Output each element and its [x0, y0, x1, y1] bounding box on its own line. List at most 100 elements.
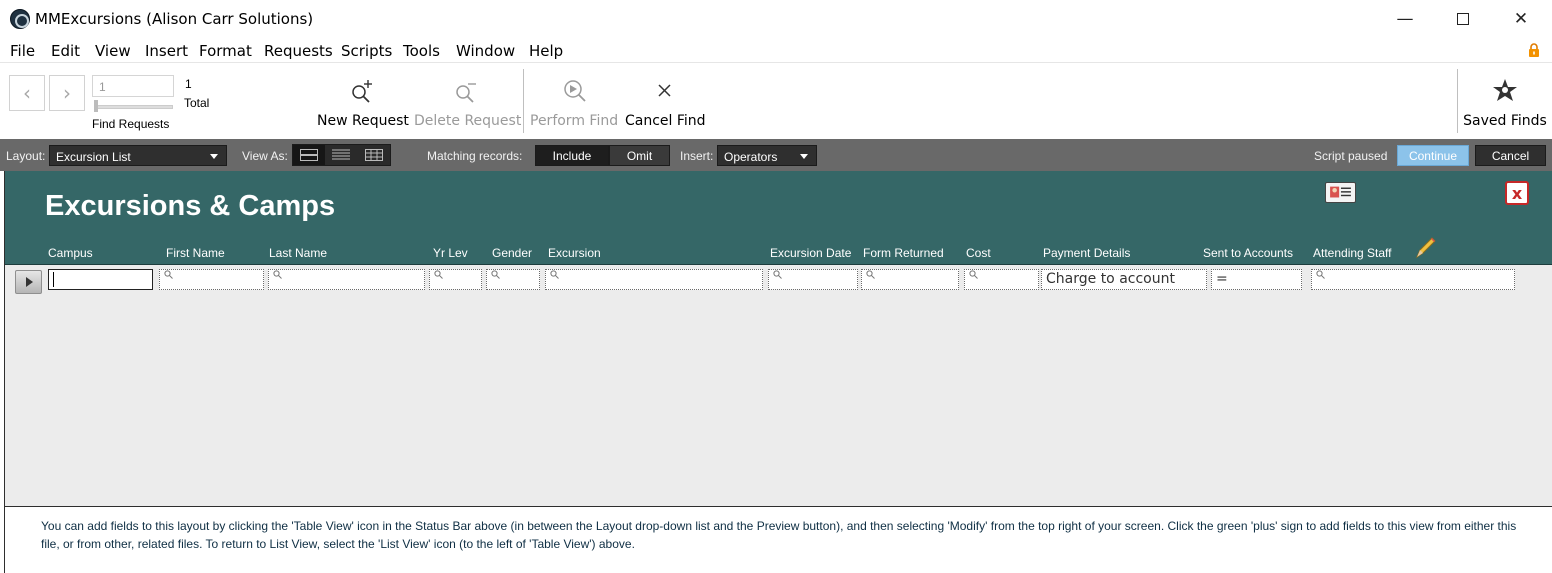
- close-icon: [658, 84, 671, 97]
- layout-content: Excursions & Camps x Campus First Name L…: [4, 171, 1552, 573]
- find-field-first-name[interactable]: [159, 269, 264, 290]
- menu-format[interactable]: Format: [199, 42, 252, 60]
- chevron-down-icon: [800, 154, 808, 159]
- menu-edit[interactable]: Edit: [51, 42, 80, 60]
- find-requests-label: Find Requests: [92, 117, 170, 131]
- search-icon: [434, 270, 443, 279]
- find-field-excursion[interactable]: [545, 269, 763, 290]
- record-slider-handle[interactable]: [94, 100, 98, 112]
- menu-insert[interactable]: Insert: [145, 42, 188, 60]
- star-search-icon: [1493, 79, 1517, 101]
- status-bar: Layout: Excursion List View As: Matching…: [0, 139, 1552, 171]
- window-title: MMExcursions (Alison Carr Solutions): [35, 10, 314, 28]
- close-layout-button[interactable]: x: [1505, 181, 1529, 205]
- new-request-button[interactable]: New Request: [317, 77, 409, 135]
- find-field-campus[interactable]: [48, 269, 153, 290]
- search-icon: [1316, 270, 1325, 279]
- insert-label: Insert:: [680, 149, 714, 163]
- magnifier-minus-icon: [456, 83, 476, 103]
- find-field-yr-lev[interactable]: [429, 269, 482, 290]
- menu-scripts[interactable]: Scripts: [341, 42, 392, 60]
- perform-find-button[interactable]: Perform Find: [530, 77, 618, 135]
- column-header-excursion: Excursion: [548, 246, 601, 260]
- table-view-icon: [364, 149, 383, 161]
- view-as-list-button[interactable]: [325, 145, 357, 165]
- column-header-excursion-date: Excursion Date: [770, 246, 852, 260]
- perform-find-label: Perform Find: [530, 113, 619, 129]
- menu-tools[interactable]: Tools: [403, 42, 440, 60]
- contact-card-icon[interactable]: [1325, 182, 1356, 203]
- search-icon: [866, 270, 875, 279]
- search-icon: [491, 270, 500, 279]
- close-icon: x: [1511, 183, 1523, 203]
- column-header-sent-to-accounts: Sent to Accounts: [1203, 246, 1294, 260]
- column-header-attending-staff: Attending Staff: [1313, 246, 1392, 260]
- include-button[interactable]: Include: [535, 145, 609, 166]
- insert-operators-dropdown[interactable]: Operators: [717, 145, 817, 166]
- menu-file[interactable]: File: [10, 42, 35, 60]
- view-as-label: View As:: [242, 149, 288, 163]
- column-header-yr-lev: Yr Lev: [433, 246, 468, 260]
- previous-record-button[interactable]: ‹: [9, 75, 45, 111]
- form-view-icon: [300, 149, 319, 161]
- maximize-button[interactable]: [1434, 0, 1492, 38]
- column-header-form-returned: Form Returned: [863, 246, 944, 260]
- search-icon: [969, 270, 978, 279]
- menu-help[interactable]: Help: [529, 42, 563, 60]
- delete-request-label: Delete Request: [414, 113, 522, 129]
- chevron-down-icon: [210, 154, 218, 159]
- new-request-label: New Request: [317, 113, 409, 129]
- toolbar-separator: [1457, 69, 1458, 133]
- cancel-script-button[interactable]: Cancel: [1475, 145, 1546, 166]
- find-field-cost[interactable]: [964, 269, 1039, 290]
- cancel-find-label: Cancel Find: [625, 113, 706, 129]
- find-field-payment-details[interactable]: Charge to account: [1041, 269, 1207, 290]
- find-field-last-name[interactable]: [268, 269, 425, 290]
- magnifier-plus-icon: [352, 80, 372, 103]
- layout-header: Excursions & Camps x Campus First Name L…: [5, 171, 1552, 265]
- menu-requests[interactable]: Requests: [264, 42, 333, 60]
- find-field-sent-to-accounts[interactable]: =: [1211, 269, 1302, 290]
- layout-label: Layout:: [6, 149, 46, 163]
- column-header-first-name: First Name: [166, 246, 225, 260]
- column-header-last-name: Last Name: [269, 246, 328, 260]
- toolbar-separator: [523, 69, 524, 133]
- lock-icon: [1529, 43, 1539, 57]
- find-field-gender[interactable]: [486, 269, 540, 290]
- title-bar: MMExcursions (Alison Carr Solutions) — ✕: [0, 0, 1552, 38]
- chevron-left-icon: ‹: [23, 81, 31, 105]
- cancel-find-button[interactable]: Cancel Find: [625, 77, 706, 135]
- record-selector-handle[interactable]: [15, 270, 42, 294]
- menu-view[interactable]: View: [95, 42, 131, 60]
- next-record-button[interactable]: ›: [49, 75, 85, 111]
- record-slider[interactable]: [95, 105, 173, 109]
- menu-window[interactable]: Window: [456, 42, 515, 60]
- view-as-form-button[interactable]: [293, 145, 326, 165]
- close-window-button[interactable]: ✕: [1492, 0, 1550, 38]
- list-view-icon: [332, 149, 351, 160]
- minimize-button[interactable]: —: [1376, 0, 1434, 38]
- chevron-right-icon: ›: [63, 81, 71, 105]
- delete-request-button[interactable]: Delete Request: [414, 77, 522, 135]
- saved-finds-button[interactable]: Saved Finds: [1462, 77, 1548, 135]
- found-count: 1: [185, 77, 192, 91]
- menu-bar: File Edit View Insert Format Requests Sc…: [0, 38, 1552, 62]
- record-number-input[interactable]: 1: [92, 75, 174, 97]
- omit-button[interactable]: Omit: [609, 145, 670, 166]
- find-field-form-returned[interactable]: [861, 269, 959, 290]
- column-header-campus: Campus: [48, 246, 93, 260]
- matching-records-label: Matching records:: [427, 149, 523, 163]
- pencil-icon[interactable]: [1413, 235, 1437, 261]
- column-header-cost: Cost: [966, 246, 991, 260]
- find-field-attending-staff[interactable]: [1311, 269, 1515, 290]
- total-label: Total: [184, 96, 210, 110]
- layout-dropdown-value: Excursion List: [56, 150, 131, 164]
- view-as-table-button[interactable]: [358, 145, 390, 165]
- column-header-payment-details: Payment Details: [1043, 246, 1131, 260]
- layout-dropdown[interactable]: Excursion List: [49, 145, 227, 166]
- view-as-toggle: [292, 144, 391, 166]
- insert-dropdown-value: Operators: [724, 150, 778, 164]
- find-field-excursion-date[interactable]: [768, 269, 858, 290]
- continue-button[interactable]: Continue: [1397, 145, 1469, 166]
- search-icon: [550, 270, 559, 279]
